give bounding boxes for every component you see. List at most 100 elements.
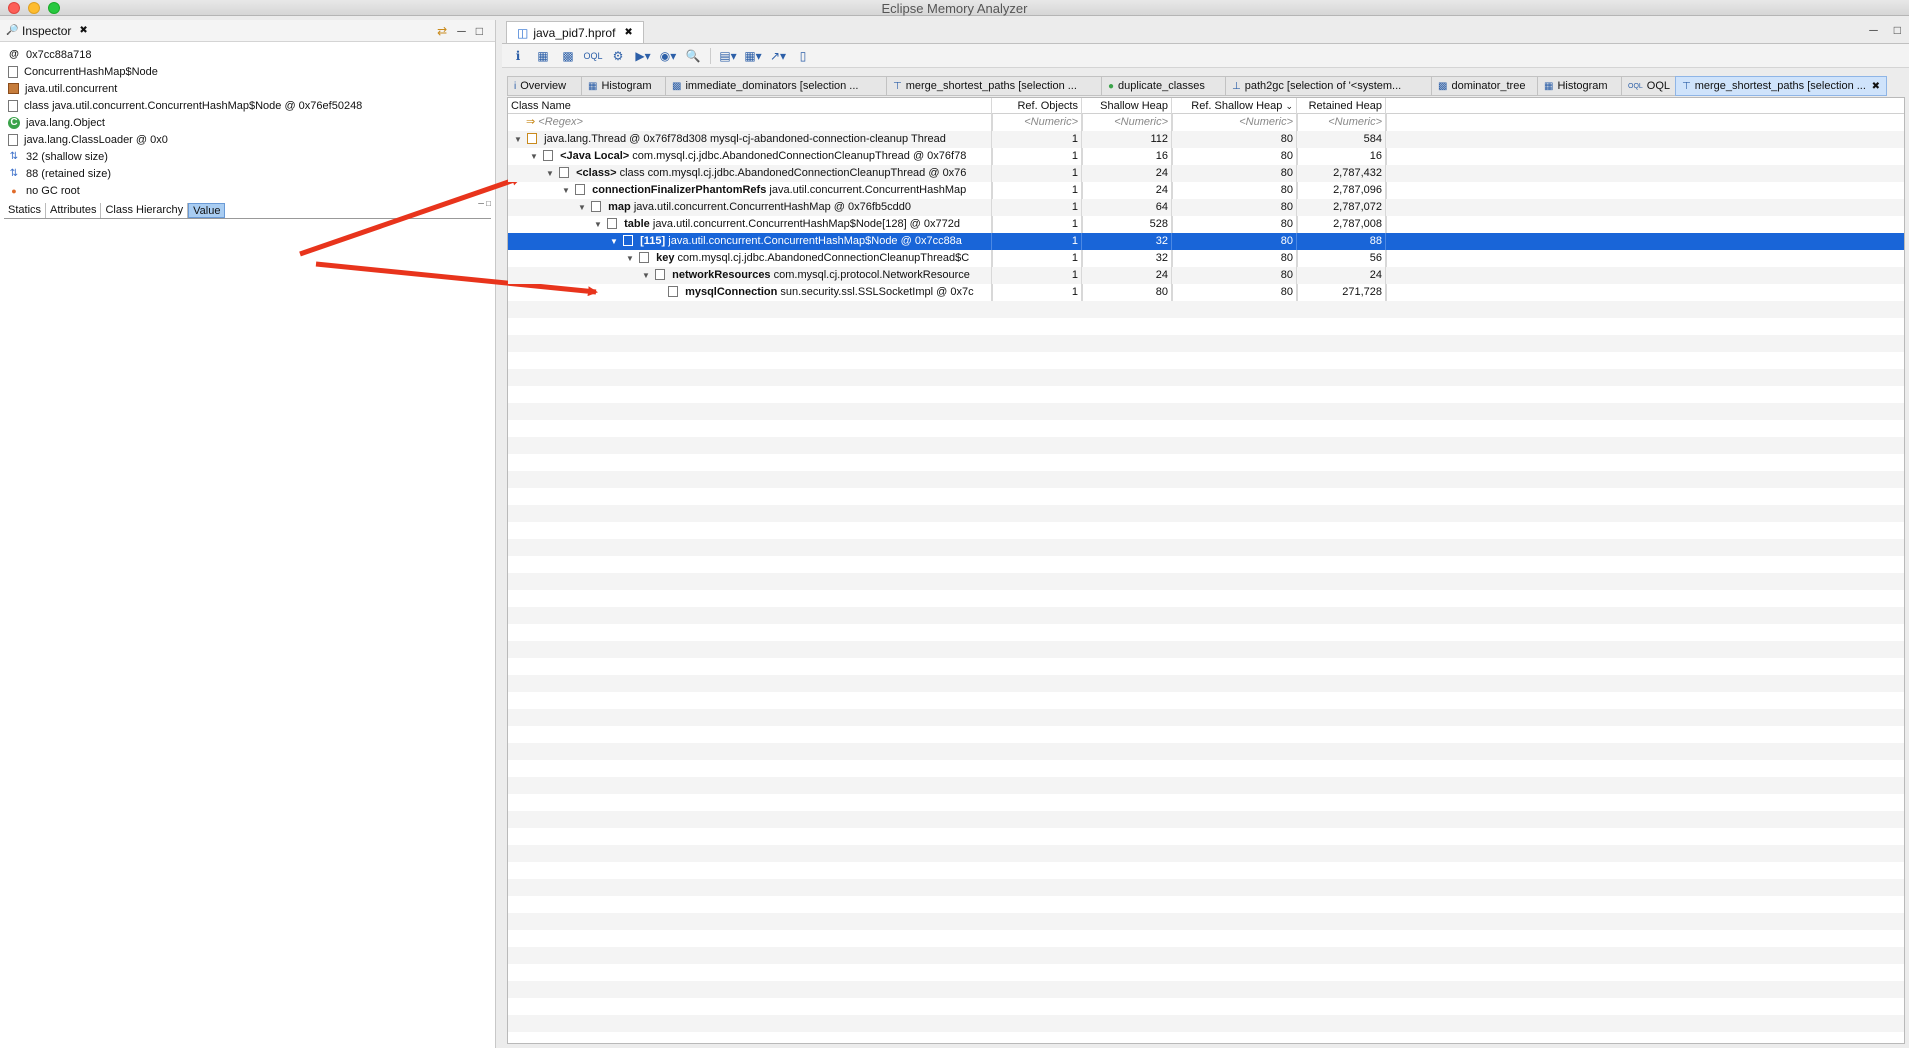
info-icon[interactable]: i <box>510 48 526 64</box>
result-tab-immediate-dominators[interactable]: ▩ immediate_dominators [selection ... <box>665 76 886 96</box>
merge-icon: ⊤ <box>1682 80 1691 92</box>
expand-toggle-icon[interactable]: ▼ <box>578 199 588 216</box>
expand-toggle-icon[interactable]: ▼ <box>594 216 604 233</box>
view-menu-icon[interactable]: ─ □ <box>478 199 491 208</box>
class-file-icon <box>8 65 18 78</box>
filter-icon: ⇒ <box>526 116 536 128</box>
inspector-row-package[interactable]: java.util.concurrent <box>0 80 495 97</box>
database-icon: ◫ <box>517 25 529 40</box>
object-icon <box>655 269 666 280</box>
expand-toggle-icon[interactable]: ▼ <box>514 131 524 148</box>
inspector-row-classloader[interactable]: java.lang.ClassLoader @ 0x0 <box>0 131 495 148</box>
ref-shallow-heap-cell: 80 <box>1172 216 1297 233</box>
table-row[interactable]: ▼ table java.util.concurrent.ConcurrentH… <box>508 216 1904 233</box>
tab-attributes[interactable]: Attributes <box>46 203 102 218</box>
ref-objects-cell: 1 <box>992 199 1082 216</box>
expand-toggle-icon[interactable]: ▼ <box>642 267 652 284</box>
shallow-heap-cell: 16 <box>1082 148 1172 165</box>
ref-objects-filter-input[interactable]: <Numeric> <box>992 114 1082 131</box>
toolbar-separator <box>710 47 711 64</box>
calculate-retained-icon[interactable]: ▦▾ <box>744 48 761 64</box>
compare-icon[interactable]: ▯ <box>795 48 811 64</box>
expand-toggle-icon[interactable]: ▼ <box>530 148 540 165</box>
result-tabs: i Overview ▦ Histogram ▩ immediate_domin… <box>507 76 1907 96</box>
column-header-class-name[interactable]: Class Name <box>508 98 992 114</box>
result-tab-duplicate-classes[interactable]: ● duplicate_classes <box>1101 76 1225 96</box>
dominator-tree-icon[interactable]: ▩ <box>560 48 576 64</box>
table-row[interactable]: ▼ <class> class com.mysql.cj.jdbc.Abando… <box>508 165 1904 182</box>
ref-shallow-heap-cell: 80 <box>1172 182 1297 199</box>
tree-icon: ▩ <box>672 80 682 92</box>
search-icon[interactable]: 🔍 <box>685 48 701 64</box>
expand-toggle-icon[interactable]: ▼ <box>562 182 572 199</box>
editor-toolbar: i ▦ ▩ OQL ⚙ ▶▾ ◉▾ 🔍 ▤▾ ▦▾ ↗▾ ▯ <box>502 44 1909 68</box>
expand-toggle-icon[interactable]: ▼ <box>610 233 620 250</box>
run-report-icon[interactable]: ▶▾ <box>635 48 651 64</box>
regex-filter-input[interactable]: ⇒ <Regex> <box>508 114 992 131</box>
oql-icon[interactable]: OQL <box>584 48 603 64</box>
tab-class-hierarchy[interactable]: Class Hierarchy <box>101 203 189 218</box>
ref-objects-cell: 1 <box>992 267 1082 284</box>
ref-objects-cell: 1 <box>992 165 1082 182</box>
result-tab-histogram[interactable]: ▦ Histogram <box>581 76 665 96</box>
array-object-icon <box>607 218 618 229</box>
table-row[interactable]: ▼ java.lang.Thread @ 0x76f78d308 mysql-c… <box>508 131 1904 148</box>
close-icon[interactable]: ✖ <box>79 25 87 36</box>
column-header-shallow-heap[interactable]: Shallow Heap <box>1082 98 1172 114</box>
result-tab-oql[interactable]: OQL OQL <box>1621 76 1675 96</box>
retained-heap-filter-input[interactable]: <Numeric> <box>1297 114 1386 131</box>
column-header-ref-objects[interactable]: Ref. Objects <box>992 98 1082 114</box>
class-name-cell: ▼ networkResources com.mysql.cj.protocol… <box>508 267 992 284</box>
inspector-tab[interactable]: 🔎 Inspector ✖ <box>6 24 88 38</box>
inspector-row-class-object[interactable]: class java.util.concurrent.ConcurrentHas… <box>0 97 495 114</box>
heap-dump-overview-icon[interactable]: ⚙ <box>610 48 626 64</box>
minimize-icon[interactable]: ─ <box>457 24 466 38</box>
link-with-selection-icon[interactable]: ⇄ <box>437 24 447 38</box>
inspector-row-superclass[interactable]: C java.lang.Object <box>0 114 495 131</box>
result-tab-overview[interactable]: i Overview <box>507 76 581 96</box>
result-tab-label: Overview <box>520 80 567 92</box>
window-titlebar: Eclipse Memory Analyzer <box>0 0 1909 16</box>
table-row[interactable]: ▼ <Java Local> com.mysql.cj.jdbc.Abandon… <box>508 148 1904 165</box>
export-icon[interactable]: ↗▾ <box>770 48 786 64</box>
object-label: java.lang.Thread @ 0x76f78d308 mysql-cj-… <box>544 133 946 145</box>
group-by-icon[interactable]: ▤▾ <box>719 48 736 64</box>
table-row-selected[interactable]: ▼ [115] java.util.concurrent.ConcurrentH… <box>508 233 1904 250</box>
close-icon[interactable]: ✖ <box>624 27 632 38</box>
ref-shallow-heap-cell: 80 <box>1172 267 1297 284</box>
shallow-heap-cell: 64 <box>1082 199 1172 216</box>
table-row[interactable]: ▼ networkResources com.mysql.cj.protocol… <box>508 267 1904 284</box>
column-header-ref-shallow-heap[interactable]: Ref. Shallow Heap ⌄ <box>1172 98 1297 114</box>
table-row[interactable]: ▼ map java.util.concurrent.ConcurrentHas… <box>508 199 1904 216</box>
maximize-icon[interactable]: □ <box>1894 23 1901 37</box>
table-row[interactable]: mysqlConnection sun.security.ssl.SSLSock… <box>508 284 1904 301</box>
shallow-heap-filter-input[interactable]: <Numeric> <box>1082 114 1172 131</box>
histogram-icon[interactable]: ▦ <box>535 48 551 64</box>
expand-toggle-icon[interactable]: ▼ <box>626 250 636 267</box>
inspector-row-address[interactable]: @ 0x7cc88a718 <box>0 46 495 63</box>
tab-statics[interactable]: Statics <box>4 203 47 218</box>
object-label: class com.mysql.cj.jdbc.AbandonedConnect… <box>619 167 967 179</box>
result-tab-path2gc[interactable]: ⊥ path2gc [selection of '<system... <box>1225 76 1431 96</box>
close-icon[interactable]: ✖ <box>1872 81 1880 92</box>
object-icon <box>623 235 634 246</box>
ref-objects-cell: 1 <box>992 250 1082 267</box>
inspector-header: 🔎 Inspector ✖ ⇄ ─ □ <box>0 20 495 42</box>
expand-toggle-icon[interactable]: ▼ <box>546 165 556 182</box>
result-tab-label: dominator_tree <box>1451 80 1526 92</box>
result-tab-merge-shortest-paths-active[interactable]: ⊤ merge_shortest_paths [selection ... ✖ <box>1675 76 1887 96</box>
result-tab-dominator-tree[interactable]: ▩ dominator_tree <box>1431 76 1537 96</box>
query-browser-icon[interactable]: ◉▾ <box>660 48 677 64</box>
table-row[interactable]: ▼ key com.mysql.cj.jdbc.AbandonedConnect… <box>508 250 1904 267</box>
column-header-retained-heap[interactable]: Retained Heap <box>1297 98 1386 114</box>
result-tab-histogram-2[interactable]: ▦ Histogram <box>1537 76 1621 96</box>
result-tab-merge-shortest-paths[interactable]: ⊤ merge_shortest_paths [selection ... <box>886 76 1101 96</box>
maximize-icon[interactable]: □ <box>476 24 483 38</box>
editor-tab-heapdump[interactable]: ◫ java_pid7.hprof ✖ <box>506 21 644 43</box>
tab-value[interactable]: Value <box>188 203 226 218</box>
ref-shallow-heap-filter-input[interactable]: <Numeric> <box>1172 114 1297 131</box>
retained-heap-cell: 2,787,096 <box>1297 182 1386 199</box>
inspector-row-class-name[interactable]: ConcurrentHashMap$Node <box>0 63 495 80</box>
minimize-icon[interactable]: ─ <box>1869 23 1878 37</box>
table-row[interactable]: ▼ connectionFinalizerPhantomRefs java.ut… <box>508 182 1904 199</box>
